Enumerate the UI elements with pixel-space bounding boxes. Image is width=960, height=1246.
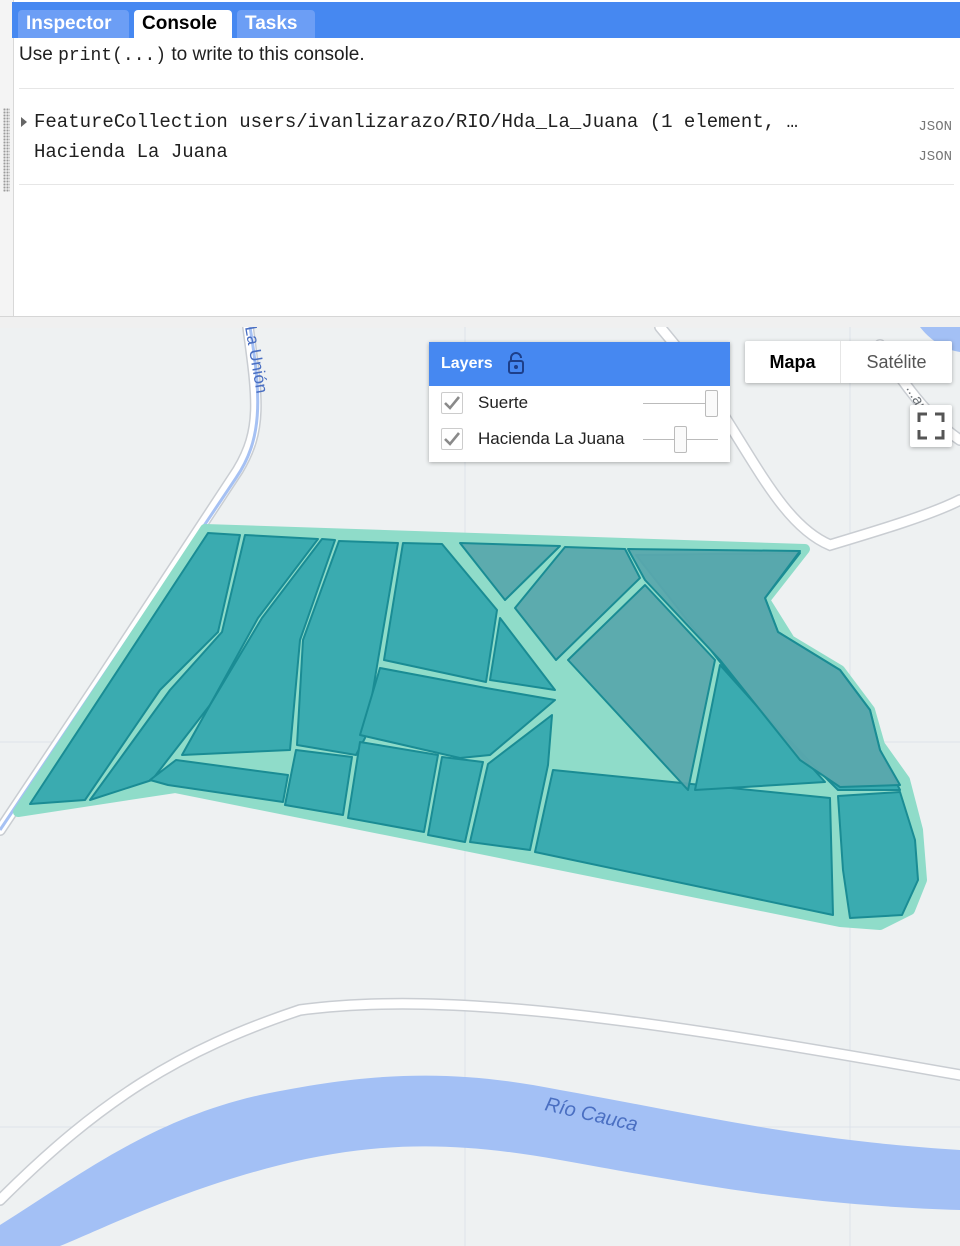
layer-row-hacienda: Hacienda La Juana — [441, 426, 721, 456]
tab-tasks[interactable]: Tasks — [237, 10, 315, 38]
layers-title: Layers — [441, 355, 493, 372]
layers-header[interactable]: Layers — [429, 342, 730, 386]
json-button[interactable]: JSON — [918, 149, 952, 165]
divider — [19, 184, 954, 185]
road-label: La Unión — [241, 327, 272, 395]
grip-icon — [3, 108, 10, 192]
opacity-slider-thumb[interactable] — [705, 390, 718, 417]
layer-checkbox-suerte[interactable] — [441, 392, 463, 414]
layer-row-suerte: Suerte — [441, 390, 721, 420]
map-graphics: La Unión ...ando Río Cauca — [0, 327, 960, 1246]
layer-name-hacienda: Hacienda La Juana — [478, 429, 625, 448]
hint-prefix: Use — [19, 44, 59, 65]
layer-checkbox-hacienda[interactable] — [441, 428, 463, 450]
panel-resize-handle[interactable] — [0, 0, 14, 318]
hint-suffix: to write to this console. — [166, 44, 365, 65]
map-type-control: Mapa Satélite — [745, 341, 952, 383]
fullscreen-icon — [917, 412, 945, 440]
map-type-satellite-button[interactable]: Satélite — [841, 341, 952, 383]
tab-console[interactable]: Console — [134, 10, 232, 38]
expand-triangle-icon[interactable] — [21, 117, 27, 127]
hint-code: print(...) — [58, 46, 167, 66]
fullscreen-button[interactable] — [910, 405, 952, 447]
river — [0, 1075, 960, 1246]
opacity-slider-thumb[interactable] — [674, 426, 687, 453]
output-featurecollection[interactable]: FeatureCollection users/ivanlizarazo/RIO… — [34, 111, 798, 133]
map-type-map-button[interactable]: Mapa — [745, 341, 840, 383]
checkmark-icon — [444, 432, 461, 446]
tab-bar: Inspector Console Tasks — [12, 2, 960, 38]
unlock-icon[interactable] — [507, 352, 525, 374]
opacity-slider-hacienda[interactable] — [643, 426, 718, 453]
tab-inspector[interactable]: Inspector — [18, 10, 129, 38]
json-button[interactable]: JSON — [918, 119, 952, 135]
map-canvas[interactable]: La Unión ...ando Río Cauca — [0, 327, 960, 1246]
console-output: Use print(...) to write to this console.… — [13, 38, 960, 316]
layers-panel: Layers Suerte Hacienda La Juana — [429, 342, 730, 462]
console-panel: Inspector Console Tasks Use print(...) t… — [0, 0, 960, 318]
checkmark-icon — [444, 396, 461, 410]
output-string: Hacienda La Juana — [34, 141, 228, 163]
divider — [19, 88, 954, 89]
layer-name-suerte: Suerte — [478, 393, 529, 412]
opacity-slider-suerte[interactable] — [643, 390, 718, 417]
console-hint: Use print(...) to write to this console. — [19, 44, 365, 66]
